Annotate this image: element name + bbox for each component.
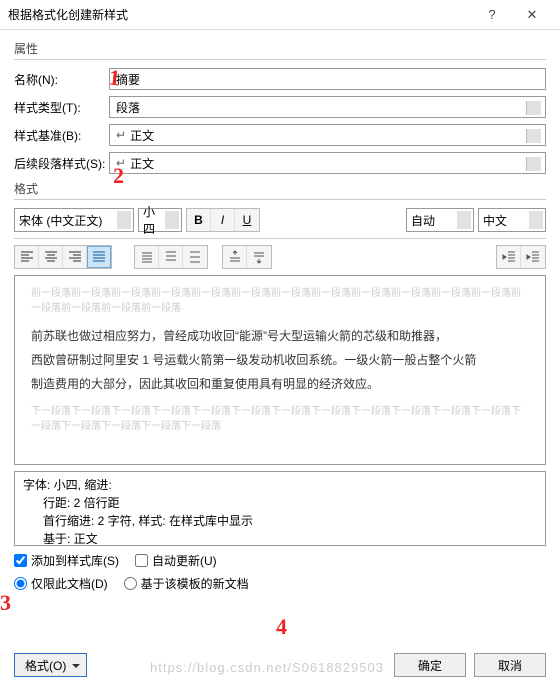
format-group-label: 格式 xyxy=(14,180,546,197)
next-value: 正文 xyxy=(130,155,154,172)
align-right-button[interactable] xyxy=(63,246,87,268)
spacing-group xyxy=(134,245,208,269)
button-label: 取消 xyxy=(498,657,522,674)
preview-line: 制造费用的大部分，因此其收回和重复使用具有明显的经济效应。 xyxy=(31,372,529,396)
preview-line: 西欧曾研制过阿里安 1 号运载火箭第一级发动机收回系统。一级火箭一般占整个火箭 xyxy=(31,348,529,372)
type-value: 段落 xyxy=(116,99,140,116)
based-label: 样式基准(B): xyxy=(14,127,109,144)
lang-combo[interactable]: 中文 xyxy=(478,208,546,232)
summary-line: 首行缩进: 2 字符, 样式: 在样式库中显示 xyxy=(23,512,537,530)
font-style-group: B I U xyxy=(186,208,260,232)
next-label: 后续段落样式(S): xyxy=(14,155,109,172)
button-label: 确定 xyxy=(418,657,442,674)
only-doc-radio[interactable]: 仅限此文档(D) xyxy=(14,575,108,592)
format-menu-button[interactable]: 格式(O) xyxy=(14,653,87,677)
summary-line: 字体: 小四, 缩进: xyxy=(23,476,537,494)
font-combo[interactable]: 宋体 (中文正文) xyxy=(14,208,134,232)
align-justify-button[interactable] xyxy=(87,246,111,268)
annotation-4: 4 xyxy=(276,614,287,640)
help-button[interactable]: ? xyxy=(472,0,512,30)
titlebar: 根据格式化创建新样式 ? ✕ xyxy=(0,0,560,30)
checkbox-label: 添加到样式库(S) xyxy=(31,552,119,569)
para-spacing-group xyxy=(222,245,272,269)
bold-button[interactable]: B xyxy=(187,209,211,231)
color-value: 自动 xyxy=(411,212,435,229)
divider xyxy=(14,238,546,239)
summary-line: 基于: 正文 xyxy=(23,530,537,546)
size-value: 小四 xyxy=(143,203,163,237)
auto-update-checkbox[interactable]: 自动更新(U) xyxy=(135,552,217,569)
checkbox-label: 自动更新(U) xyxy=(152,552,217,569)
decrease-indent-button[interactable] xyxy=(497,246,521,268)
increase-indent-button[interactable] xyxy=(521,246,545,268)
align-left-button[interactable] xyxy=(15,246,39,268)
properties-group-label: 属性 xyxy=(14,40,546,57)
radio-label: 基于该模板的新文档 xyxy=(141,575,249,592)
divider xyxy=(14,59,546,60)
divider xyxy=(14,199,546,200)
color-combo[interactable]: 自动 xyxy=(406,208,474,232)
button-label: 格式(O) xyxy=(25,657,66,674)
based-select[interactable]: ↵ 正文 xyxy=(109,124,546,146)
preview-line: 前苏联也做过相应努力，曾经成功收回“能源”号大型运输火箭的芯级和助推器， xyxy=(31,324,529,348)
name-label: 名称(N): xyxy=(14,71,109,88)
type-label: 样式类型(T): xyxy=(14,99,109,116)
radio-label: 仅限此文档(D) xyxy=(31,575,108,592)
next-select[interactable]: ↵正文 xyxy=(109,152,546,174)
preview-ghost-bottom: 下一段落下一段落下一段落下一段落下一段落下一段落下一段落下一段落下一段落下一段落… xyxy=(31,404,529,434)
annotation-3: 3 xyxy=(0,590,11,616)
watermark: https://blog.csdn.net/S0618829503 xyxy=(150,660,384,675)
summary-line: 行距: 2 倍行距 xyxy=(23,494,537,512)
close-button[interactable]: ✕ xyxy=(512,0,552,30)
italic-button[interactable]: I xyxy=(211,209,235,231)
name-input[interactable] xyxy=(109,68,546,90)
preview-box: 前一段落前一段落前一段落前一段落前一段落前一段落前一段落前一段落前一段落前一段落… xyxy=(14,275,546,465)
annotation-2: 2 xyxy=(113,163,124,189)
lang-value: 中文 xyxy=(483,212,507,229)
add-gallery-checkbox[interactable]: 添加到样式库(S) xyxy=(14,552,119,569)
font-value: 宋体 (中文正文) xyxy=(19,212,102,229)
new-template-radio[interactable]: 基于该模板的新文档 xyxy=(124,575,249,592)
indent-group xyxy=(496,245,546,269)
underline-button[interactable]: U xyxy=(235,209,259,231)
spacing-2-button[interactable] xyxy=(183,246,207,268)
ok-button[interactable]: 确定 xyxy=(394,653,466,677)
type-select[interactable]: 段落 xyxy=(109,96,546,118)
space-before-button[interactable] xyxy=(223,246,247,268)
spacing-15-button[interactable] xyxy=(159,246,183,268)
dialog-title: 根据格式化创建新样式 xyxy=(8,6,472,23)
based-value: 正文 xyxy=(130,127,154,144)
summary-box: 字体: 小四, 缩进: 行距: 2 倍行距 首行缩进: 2 字符, 样式: 在样… xyxy=(14,471,546,546)
space-after-button[interactable] xyxy=(247,246,271,268)
size-combo[interactable]: 小四 xyxy=(138,208,182,232)
pilcrow-icon: ↵ xyxy=(116,128,126,142)
preview-ghost-top: 前一段落前一段落前一段落前一段落前一段落前一段落前一段落前一段落前一段落前一段落… xyxy=(31,286,529,316)
align-group xyxy=(14,245,112,269)
cancel-button[interactable]: 取消 xyxy=(474,653,546,677)
spacing-1-button[interactable] xyxy=(135,246,159,268)
align-center-button[interactable] xyxy=(39,246,63,268)
